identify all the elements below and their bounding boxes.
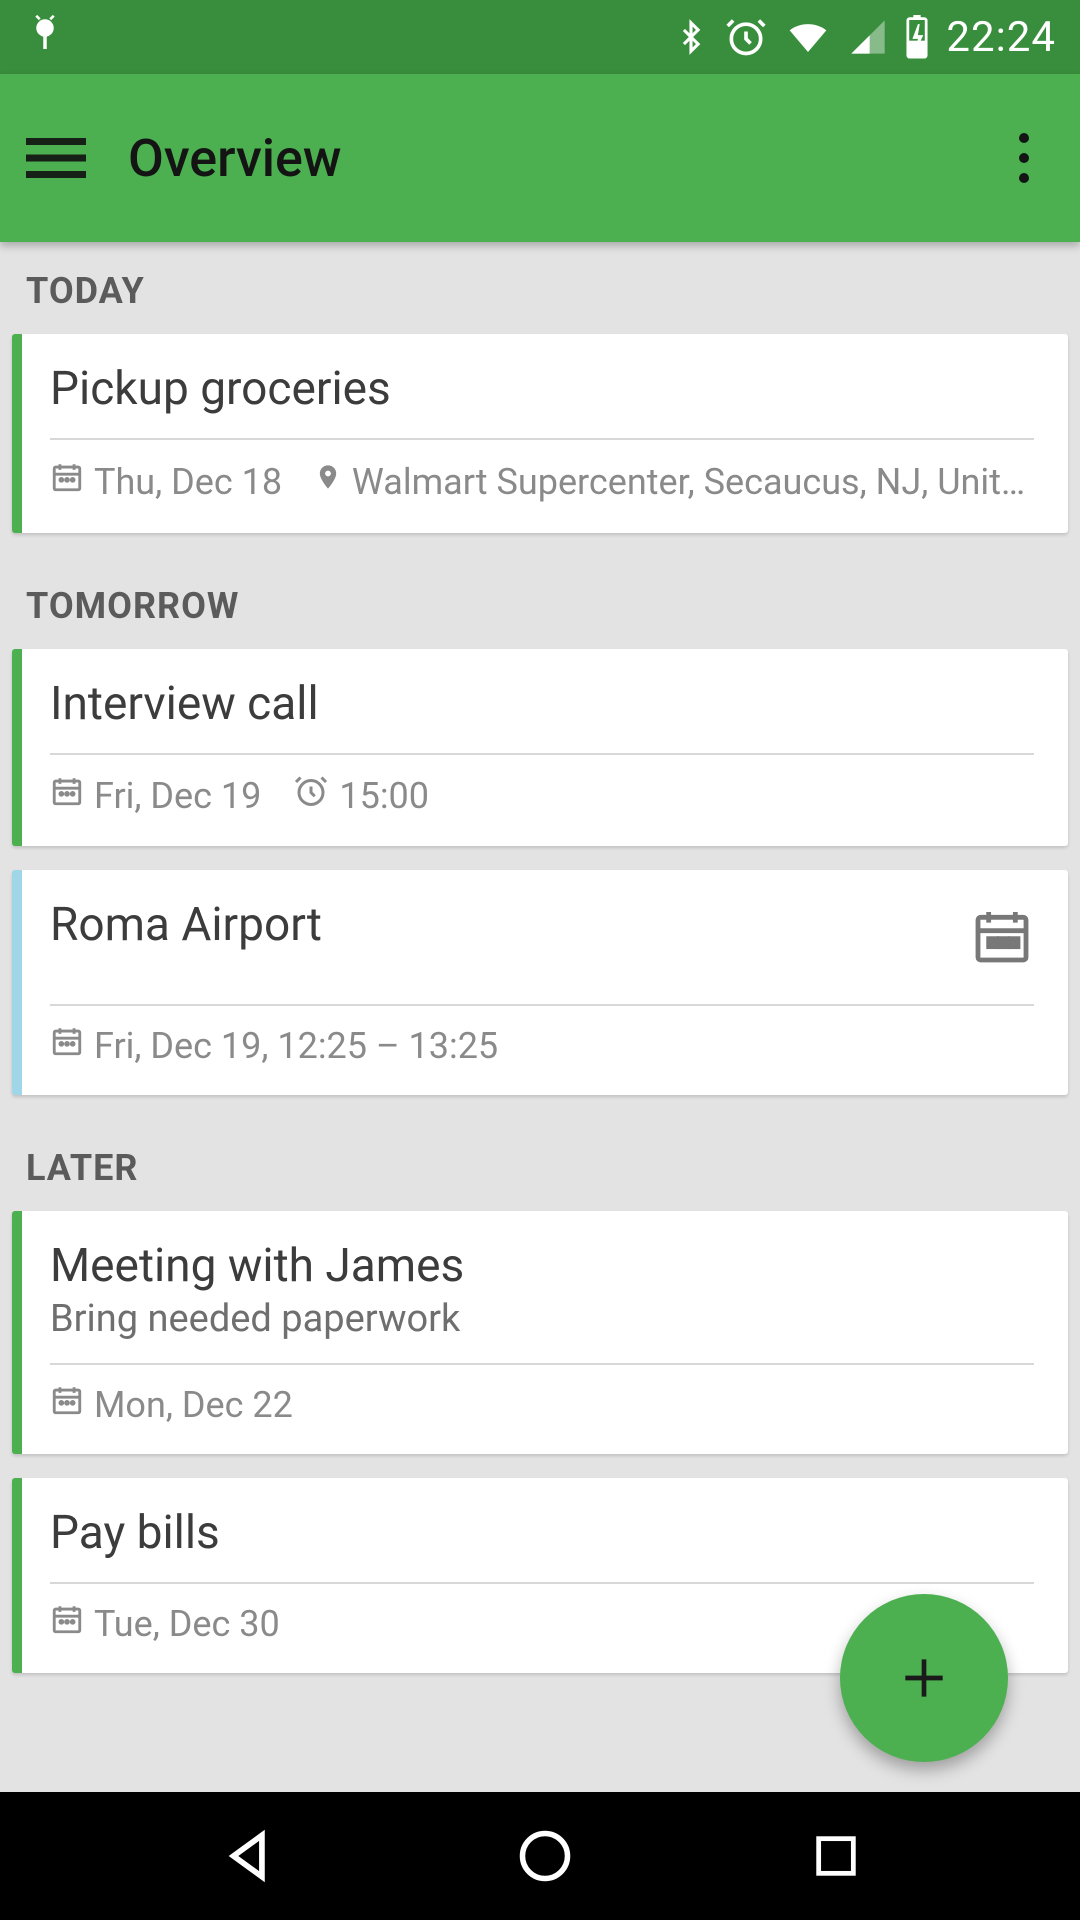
task-card[interactable]: Roma Airport Fri, Dec 19, 12:25 – 13:25	[12, 870, 1068, 1095]
plus-icon	[896, 1650, 952, 1706]
clock-icon	[293, 773, 329, 818]
task-list[interactable]: TODAY Pickup groceries Thu, Dec 18 Walma…	[0, 242, 1080, 1792]
task-title: Interview call	[50, 677, 1034, 731]
hamburger-icon	[26, 138, 86, 178]
task-title: Pay bills	[50, 1506, 1034, 1560]
navigation-bar	[0, 1792, 1080, 1920]
home-button[interactable]	[515, 1826, 575, 1886]
section-tomorrow-header: TOMORROW	[0, 557, 1080, 649]
alarm-icon	[724, 15, 768, 59]
calendar-icon	[50, 1602, 84, 1645]
task-title: Pickup groceries	[50, 362, 1034, 416]
task-card[interactable]: Interview call Fri, Dec 19 15:00	[12, 649, 1068, 846]
battery-charging-icon	[904, 15, 930, 59]
section-today-header: TODAY	[0, 242, 1080, 334]
kebab-icon	[1018, 133, 1030, 183]
android-debug-icon	[24, 14, 66, 60]
task-card[interactable]: Pickup groceries Thu, Dec 18 Walmart Sup…	[12, 334, 1068, 533]
task-card[interactable]: Meeting with James Bring needed paperwor…	[12, 1211, 1068, 1454]
circle-icon	[515, 1826, 575, 1886]
calendar-event-icon	[970, 904, 1034, 972]
menu-button[interactable]	[26, 128, 86, 188]
section-later-header: LATER	[0, 1119, 1080, 1211]
status-time: 22:24	[946, 13, 1056, 62]
bluetooth-icon	[674, 15, 708, 59]
back-button[interactable]	[218, 1825, 280, 1887]
square-icon	[810, 1830, 862, 1882]
location-icon	[314, 458, 342, 505]
task-date: Fri, Dec 19	[94, 775, 261, 817]
calendar-icon	[50, 1383, 84, 1426]
status-bar: 22:24	[0, 0, 1080, 74]
task-location: Walmart Supercenter, Secaucus, NJ, Unite…	[352, 461, 1034, 503]
task-title: Roma Airport	[50, 898, 1034, 952]
calendar-icon	[50, 460, 84, 503]
task-date: Mon, Dec 22	[94, 1384, 293, 1426]
back-triangle-icon	[218, 1825, 280, 1887]
task-date-range: Fri, Dec 19, 12:25 – 13:25	[94, 1025, 498, 1067]
calendar-icon	[50, 1024, 84, 1067]
recents-button[interactable]	[810, 1830, 862, 1882]
page-title: Overview	[128, 128, 994, 189]
task-title: Meeting with James	[50, 1239, 1034, 1293]
task-date: Thu, Dec 18	[94, 461, 282, 503]
cell-signal-icon	[848, 17, 888, 57]
calendar-icon	[50, 774, 84, 817]
wifi-icon	[784, 17, 832, 57]
app-bar: Overview	[0, 74, 1080, 242]
task-subtitle: Bring needed paperwork	[50, 1297, 1034, 1341]
task-time: 15:00	[339, 775, 429, 817]
task-date: Tue, Dec 30	[94, 1603, 280, 1645]
overflow-menu-button[interactable]	[994, 128, 1054, 188]
add-task-fab[interactable]	[840, 1594, 1008, 1762]
